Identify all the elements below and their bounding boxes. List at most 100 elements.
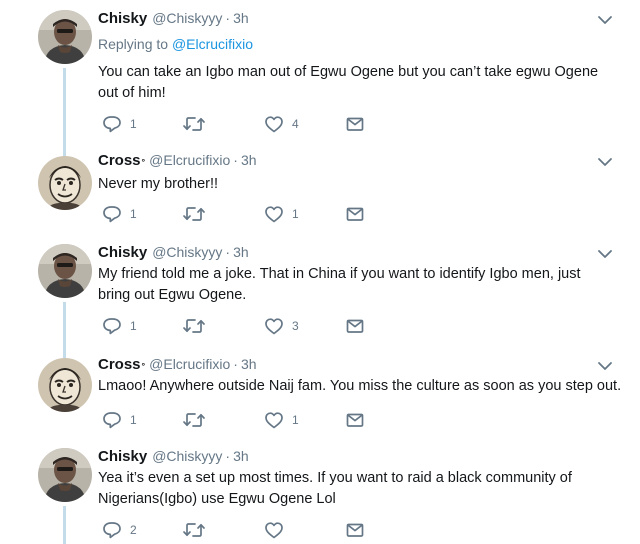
like-button[interactable]: 3 [264, 316, 299, 336]
timestamp[interactable]: 3h [233, 10, 249, 26]
user-handle[interactable]: @Elcrucifixio [149, 356, 230, 372]
thread-connector [63, 302, 66, 358]
message-button[interactable] [345, 316, 365, 336]
tweet-header: Cross ° @Elcrucifixio · 3h [98, 152, 257, 172]
tweet-header: Chisky @Chiskyyy · 3h [98, 244, 249, 264]
timestamp[interactable]: 3h [233, 244, 249, 260]
tweet-text-line: out of him! [98, 85, 166, 101]
message-icon [345, 316, 365, 336]
tweet-header: Cross ° @Elcrucifixio · 3h [98, 356, 257, 376]
separator: · [225, 448, 231, 464]
tweet-text: Never my brother!! [98, 174, 628, 195]
reply-count: 1 [130, 413, 137, 427]
reply-button[interactable]: 1 [102, 410, 137, 430]
like-button[interactable]: 4 [264, 114, 299, 134]
display-name[interactable]: Cross [98, 356, 141, 373]
tweet-text-line: Never my brother!! [98, 176, 219, 192]
retweet-button[interactable] [182, 520, 214, 540]
avatar[interactable] [38, 358, 92, 412]
retweet-icon [182, 520, 206, 540]
message-button[interactable] [345, 114, 365, 134]
separator: · [225, 10, 231, 26]
conversation-thread: Chisky @Chiskyyy · 3h Replying to @Elcru… [0, 0, 640, 544]
display-name[interactable]: Cross [98, 152, 141, 169]
message-icon [345, 114, 365, 134]
reply-button[interactable]: 1 [102, 204, 137, 224]
thread-connector [63, 68, 66, 164]
reply-button[interactable]: 2 [102, 520, 137, 540]
tweet-text-line: Yea it’s even a set up most times. If yo… [98, 470, 572, 486]
retweet-icon [182, 410, 206, 430]
separator: · [225, 244, 231, 260]
tweet-actions: 1 3 [98, 316, 378, 336]
reply-icon [102, 520, 122, 540]
like-count: 3 [292, 319, 299, 333]
reply-mention-link[interactable]: @Elcrucifixio [172, 36, 253, 52]
avatar[interactable] [38, 10, 92, 64]
reply-prefix: Replying to [98, 36, 169, 52]
chevron-down-icon[interactable] [597, 248, 613, 260]
tweet-text: Lmaoo! Anywhere outside Naij fam. You mi… [98, 376, 628, 397]
retweet-icon [182, 114, 206, 134]
reply-icon [102, 316, 122, 336]
retweet-icon [182, 204, 206, 224]
tweet-text-line: bring out Egwu Ogene. [98, 287, 247, 303]
user-handle[interactable]: @Chiskyyy [152, 10, 222, 26]
message-button[interactable] [345, 410, 365, 430]
tweet-header: Chisky @Chiskyyy · 3h [98, 10, 249, 30]
retweet-button[interactable] [182, 114, 214, 134]
like-icon [264, 316, 284, 336]
reply-count: 1 [130, 319, 137, 333]
tweet-actions: 2 [98, 520, 378, 540]
tweet-text: Yea it’s even a set up most times. If yo… [98, 468, 628, 510]
avatar[interactable] [38, 244, 92, 298]
retweet-button[interactable] [182, 316, 214, 336]
chevron-down-icon[interactable] [597, 156, 613, 168]
separator: · [233, 356, 238, 372]
timestamp[interactable]: 3h [233, 448, 249, 464]
timestamp[interactable]: 3h [241, 356, 257, 372]
tweet-actions: 1 4 [98, 114, 378, 134]
like-button[interactable]: 1 [264, 204, 299, 224]
avatar[interactable] [38, 448, 92, 502]
user-handle[interactable]: @Elcrucifixio [149, 152, 230, 168]
tweet-actions: 1 1 [98, 410, 378, 430]
display-name[interactable]: Chisky [98, 448, 147, 465]
retweet-button[interactable] [182, 204, 214, 224]
message-button[interactable] [345, 204, 365, 224]
reply-icon [102, 204, 122, 224]
reply-count: 1 [130, 117, 137, 131]
tweet-text-line: Lmaoo! Anywhere outside Naij fam. You mi… [98, 378, 622, 394]
reply-button[interactable]: 1 [102, 316, 137, 336]
chevron-down-icon[interactable] [597, 14, 613, 26]
reply-count: 1 [130, 207, 137, 221]
like-count: 4 [292, 117, 299, 131]
like-icon [264, 520, 284, 540]
user-handle[interactable]: @Chiskyyy [152, 244, 222, 260]
avatar[interactable] [38, 156, 92, 210]
message-icon [345, 520, 365, 540]
user-handle[interactable]: @Chiskyyy [152, 448, 222, 464]
chevron-down-icon[interactable] [597, 360, 613, 372]
message-icon [345, 410, 365, 430]
display-name[interactable]: Chisky [98, 10, 147, 27]
reply-button[interactable]: 1 [102, 114, 137, 134]
tweet-text-line: My friend told me a joke. That in China … [98, 266, 581, 282]
tweet-text-line: Nigerians(Igbo) use Egwu Ogene Lol [98, 491, 336, 507]
display-name[interactable]: Chisky [98, 244, 147, 261]
timestamp[interactable]: 3h [241, 152, 257, 168]
retweet-button[interactable] [182, 410, 214, 430]
like-icon [264, 410, 284, 430]
separator: · [233, 152, 238, 168]
like-icon [264, 114, 284, 134]
like-button[interactable] [264, 520, 292, 540]
tweet-actions: 1 1 [98, 204, 378, 224]
tweet-text-line: You can take an Igbo man out of Egwu Oge… [98, 64, 599, 80]
tweet-text: You can take an Igbo man out of Egwu Oge… [98, 62, 628, 104]
reply-icon [102, 410, 122, 430]
tweet-text: My friend told me a joke. That in China … [98, 264, 628, 306]
message-button[interactable] [345, 520, 365, 540]
replying-to: Replying to @Elcrucifixio [98, 36, 253, 52]
retweet-icon [182, 316, 206, 336]
like-button[interactable]: 1 [264, 410, 299, 430]
